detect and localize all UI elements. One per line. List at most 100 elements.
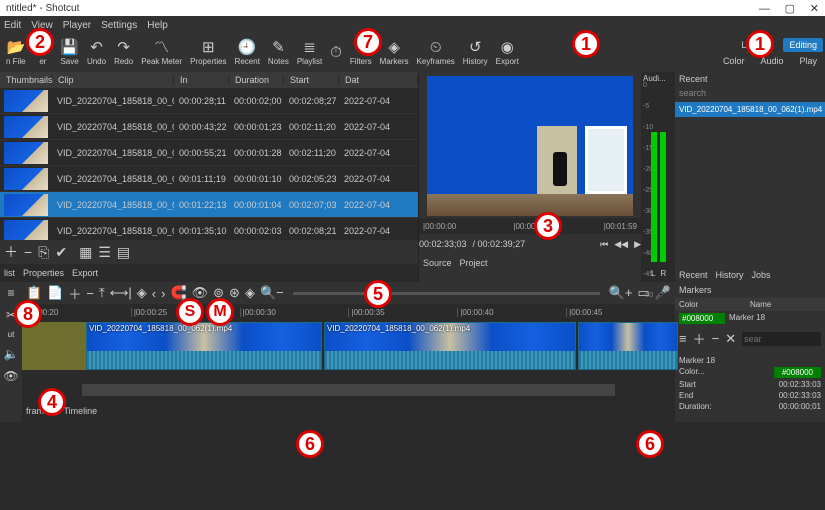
main-toolbar: 📂n File 📁er 💾Save ↶Undo ↷Redo 〽Peak Mete… — [0, 34, 825, 72]
minimize-icon[interactable]: — — [759, 3, 770, 15]
menu-settings[interactable]: Settings — [101, 20, 137, 31]
peak-meter-button[interactable]: 〽Peak Meter — [141, 40, 182, 66]
ripple-all-icon[interactable]: ⊛ — [229, 285, 240, 301]
timeline-menu-icon[interactable]: ≡ — [7, 286, 14, 300]
export-button[interactable]: ◉Export — [496, 40, 519, 66]
skip-prev-icon[interactable]: ⏮ — [600, 239, 608, 250]
close-icon[interactable]: ✕ — [810, 3, 819, 15]
tab-recent[interactable]: Recent — [679, 270, 708, 280]
preview-timecode: 00:02:33;03 / 00:02:39;27 ⏮ ◀◀ ▶ — [419, 234, 641, 254]
track-header[interactable] — [22, 322, 86, 370]
zoom-out-icon[interactable]: 🔍− — [260, 285, 284, 301]
mode-editing[interactable]: Editing — [783, 38, 823, 52]
menu-player[interactable]: Player — [63, 20, 91, 31]
remove-icon[interactable]: − — [86, 286, 94, 301]
recent-button[interactable]: 🕘Recent — [235, 40, 260, 66]
paste-icon[interactable]: 📄 — [47, 285, 63, 301]
add-icon[interactable]: ＋ — [68, 284, 81, 303]
split-icon[interactable]: ⟷| — [110, 285, 132, 301]
playlist-row[interactable]: VID_20220704_185818_00_062(1).mp4 00:00:… — [0, 140, 418, 166]
tab-timeline[interactable]: Timeline — [64, 406, 98, 416]
timeline-button[interactable]: ⏱ — [330, 45, 342, 62]
tab-history[interactable]: History — [716, 270, 744, 280]
tab-properties[interactable]: Properties — [23, 268, 64, 278]
properties-icon: ⊞ — [202, 40, 215, 55]
timeline-clip[interactable]: VID_20220704_185818_00_062(1).mp4 — [324, 322, 576, 370]
current-time[interactable]: 00:02:33;03 — [419, 239, 467, 249]
timeline-scrollbar[interactable] — [82, 384, 615, 396]
markers-search[interactable] — [742, 332, 821, 346]
annotation-badge: 5 — [364, 280, 392, 308]
eye-icon[interactable]: 👁 — [3, 369, 18, 383]
save-button[interactable]: 💾Save — [60, 40, 79, 66]
play-icon[interactable]: ▶ — [634, 239, 641, 250]
window-title: ntitled* - Shotcut — [6, 3, 79, 14]
ripple-markers-icon[interactable]: ◈ — [245, 285, 255, 301]
properties-button[interactable]: ⊞Properties — [190, 40, 226, 66]
mode-color[interactable]: Color — [717, 54, 751, 68]
timeline-toolbar: 📋 📄 ＋ − ⤒ ⟷| ◈ ‹ › 🧲 👁 ⊚ ⊛ ◈ 🔍− 🔍+ ▭ 🎤 — [22, 282, 675, 304]
timeline-clip[interactable]: VID_20220704_185818_00_062(1).mp4 — [86, 322, 322, 370]
playlist-view-detail-icon[interactable]: ▦ — [79, 244, 92, 261]
playlist-view-tiles-icon[interactable]: ☰ — [98, 244, 111, 261]
window-title-bar: ntitled* - Shotcut — ▢ ✕ — [0, 0, 825, 16]
menu-edit[interactable]: Edit — [4, 20, 21, 31]
tab-list[interactable]: list — [4, 268, 15, 278]
tab-export[interactable]: Export — [72, 268, 98, 278]
zoom-slider[interactable] — [293, 292, 600, 295]
playlist-thumbnail — [4, 194, 48, 216]
markers-button[interactable]: ◈Markers — [380, 40, 409, 66]
recent-search[interactable]: search — [675, 86, 825, 100]
open-file-button[interactable]: 📂n File — [6, 40, 26, 66]
next-marker-icon[interactable]: › — [161, 286, 165, 301]
tab-source[interactable]: Source — [423, 258, 452, 268]
preview-panel: |00:00:00 |00:00:59 |00:01:59 00:02:33;0… — [419, 72, 641, 282]
mute-icon[interactable]: 🔈 — [4, 347, 19, 361]
preview-viewport[interactable] — [427, 76, 633, 216]
playlist-check-icon[interactable]: ✔ — [55, 244, 67, 261]
playlist-row[interactable]: VID_20220704_185818_00_062(1).mp4 00:01:… — [0, 218, 418, 240]
marker-row[interactable]: #008000 Marker 18 — [675, 311, 825, 326]
record-audio-icon[interactable]: 🎤 — [655, 285, 671, 301]
playlist-update-icon[interactable]: ⎘ — [38, 244, 49, 261]
keyframes-button[interactable]: ⏲Keyframes — [417, 40, 455, 66]
preview-ruler[interactable]: |00:00:00 |00:00:59 |00:01:59 — [419, 218, 641, 234]
mode-player[interactable]: Play — [793, 54, 823, 68]
timeline-clip[interactable] — [578, 322, 678, 370]
recent-item[interactable]: VID_20220704_185818_00_062(1).mp4 — [675, 102, 825, 117]
redo-icon: ↷ — [117, 40, 130, 55]
maximize-icon[interactable]: ▢ — [785, 3, 795, 15]
timeline-ruler[interactable]: |00:00:20 |00:00:25 |00:00:30 |00:00:35 … — [22, 304, 675, 320]
rewind-icon[interactable]: ◀◀ — [614, 239, 628, 250]
markers-menu-icon[interactable]: ≡ — [679, 331, 687, 346]
menu-help[interactable]: Help — [147, 20, 168, 31]
playlist-view-icons-icon[interactable]: ▤ — [117, 244, 130, 261]
lift-icon[interactable]: ⤒ — [99, 285, 105, 301]
marker-add-icon[interactable]: ◈ — [137, 285, 147, 301]
timeline-tracks[interactable]: VID_20220704_185818_00_062(1).mp4 VID_20… — [22, 320, 675, 380]
recent-tab[interactable]: Recent — [675, 72, 825, 86]
playlist-button[interactable]: ≣Playlist — [297, 40, 322, 66]
tab-jobs[interactable]: Jobs — [752, 270, 771, 280]
recent-panel: Recent search VID_20220704_185818_00_062… — [675, 72, 825, 282]
zoom-in-icon[interactable]: 🔍+ — [609, 285, 633, 301]
notes-button[interactable]: ✎Notes — [268, 40, 289, 66]
undo-button[interactable]: ↶Undo — [87, 40, 106, 66]
playlist-add-icon[interactable]: ＋ — [4, 242, 18, 262]
markers-remove-icon[interactable]: − — [712, 331, 720, 346]
playlist-row[interactable]: VID_20220704_185818_00_062(1).mp4 00:01:… — [0, 192, 418, 218]
tab-project[interactable]: Project — [460, 258, 488, 268]
playlist-row[interactable]: VID_20220704_185818_00_062(1).mp4 00:01:… — [0, 166, 418, 192]
playlist-row[interactable]: VID_20220704_185818_00_062(1).mp4 00:00:… — [0, 114, 418, 140]
history-button[interactable]: ↺History — [463, 40, 488, 66]
copy-icon[interactable]: 📋 — [26, 285, 42, 301]
marker-color-button[interactable]: Color... — [679, 367, 704, 378]
markers-clear-icon[interactable]: ✕ — [725, 331, 736, 347]
playlist-row[interactable]: VID_20220704_185818_00_062(1).mp4 00:00:… — [0, 88, 418, 114]
folder-open-icon: 📂 — [6, 40, 25, 55]
redo-button[interactable]: ↷Redo — [114, 40, 133, 66]
meter-bar-left — [651, 132, 657, 262]
playlist-remove-icon[interactable]: − — [24, 244, 32, 260]
prev-marker-icon[interactable]: ‹ — [152, 286, 156, 301]
markers-add-icon[interactable]: ＋ — [693, 329, 706, 348]
